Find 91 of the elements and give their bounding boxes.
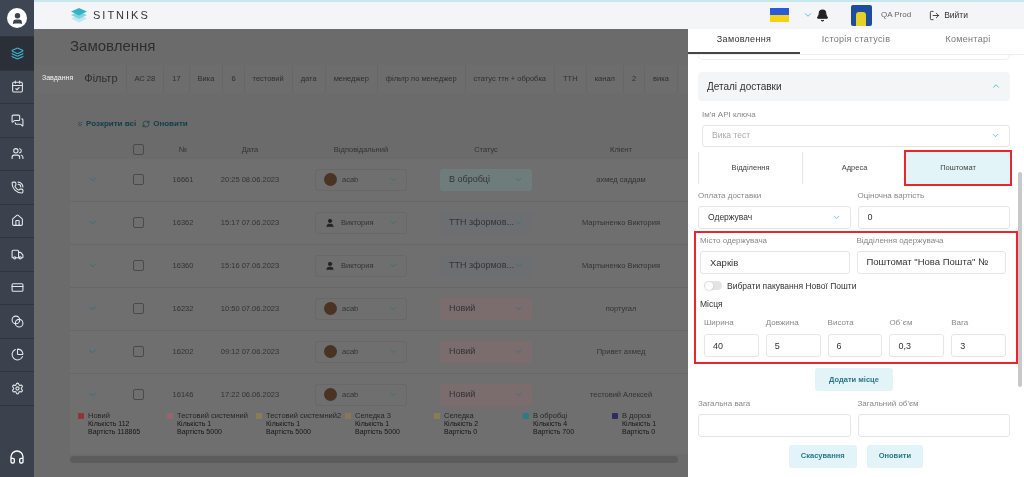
sidebar-item[interactable] [0, 37, 34, 71]
input-field[interactable]: 3 [951, 334, 1006, 357]
status-select[interactable]: В обробці [440, 168, 532, 191]
refresh-button[interactable]: Оновити [142, 117, 188, 130]
toggle-label: Вибрати пакування Нової Пошти [727, 279, 857, 293]
checkbox[interactable] [132, 346, 144, 357]
chevron-down-icon [514, 175, 523, 184]
panel-tab[interactable]: Коментарі [912, 28, 1024, 54]
double-chevron-icon [76, 119, 84, 128]
phone-icon [10, 180, 24, 194]
chevron-down-icon [514, 347, 523, 356]
checkbox[interactable] [132, 217, 144, 228]
calendar-icon [10, 80, 24, 94]
vertical-scrollbar[interactable] [1018, 171, 1022, 387]
avatar[interactable] [850, 4, 872, 26]
field-label: Оплата доставки [698, 189, 763, 202]
section-header[interactable]: Деталі доставки [698, 71, 1010, 101]
field-label: Оціночна вартість [857, 189, 926, 202]
chevron-down-icon [991, 131, 1000, 140]
chevron-down-icon [389, 175, 398, 184]
status-select[interactable]: Новий [440, 340, 532, 363]
support-icon[interactable] [9, 449, 25, 465]
card-icon [10, 281, 24, 295]
person-icon [325, 217, 335, 228]
avatar [324, 345, 337, 358]
input-field[interactable]: 6 [827, 334, 883, 357]
circles-icon [10, 314, 24, 328]
home-icon [10, 214, 24, 228]
truck-icon [10, 247, 24, 261]
chevron-up-icon [991, 81, 1001, 91]
field-label: Вага [951, 317, 970, 329]
input-field[interactable]: 5 [765, 334, 821, 357]
flag-icon[interactable] [769, 8, 789, 23]
field-label: Ім'я API ключа [702, 108, 757, 121]
avatar [324, 388, 337, 401]
chevron-down-icon [514, 304, 523, 313]
status-select[interactable]: Новий [440, 383, 532, 406]
field-label: Об`єм [889, 317, 914, 329]
field-label: Місто одержувача [700, 234, 769, 247]
user-avatar[interactable] [7, 8, 27, 28]
avatar [324, 173, 337, 186]
chevron-down-icon [389, 218, 398, 227]
chevron-down-icon [389, 304, 398, 313]
avatar [324, 302, 337, 315]
field-label: Загальний об'єм [857, 398, 920, 410]
chevron-down-icon [514, 390, 523, 399]
logout-link[interactable]: Вийти [944, 8, 968, 22]
expand-all-button[interactable]: Розкрити всі [76, 117, 137, 130]
refresh-icon [142, 119, 151, 128]
logo-icon [70, 6, 88, 24]
user-name: QA Prod [880, 9, 912, 21]
notifications-icon[interactable] [815, 8, 829, 22]
field-label: Висота [827, 317, 855, 329]
panel-tab[interactable]: Історія статусів [800, 28, 912, 54]
chevron-down-icon [389, 390, 398, 399]
checkbox[interactable] [132, 303, 144, 314]
chevron-down-icon [514, 218, 523, 227]
input-field[interactable]: 0 [857, 205, 1010, 229]
logout-icon[interactable] [929, 9, 941, 21]
page-title: Замовлення [70, 36, 156, 57]
checkbox[interactable] [132, 144, 144, 155]
input-field[interactable] [857, 414, 1010, 437]
field-label: Ширина [704, 317, 735, 329]
input-field[interactable]: 40 [704, 334, 759, 357]
field-label: Відділення одержувача [856, 234, 945, 247]
layers-icon [10, 46, 24, 60]
field-label: Загальна вага [698, 398, 752, 410]
logo-text: SITNIKS [93, 8, 150, 23]
panel-tab[interactable]: Замовлення [688, 28, 800, 54]
filter-tab[interactable]: Фільтр [76, 64, 127, 93]
input-field[interactable]: Поштомат "Нова Пошта" № [856, 250, 1006, 274]
settings-icon [10, 381, 24, 395]
select-field[interactable]: Одержувач [698, 205, 851, 229]
pie-chart-icon [10, 348, 24, 362]
users-icon [10, 147, 24, 161]
person-icon [325, 260, 335, 271]
chevron-down-icon [514, 261, 523, 270]
status-select[interactable]: Новий [440, 297, 532, 320]
field-label: Довжина [765, 317, 800, 329]
chevron-down-icon [389, 347, 398, 356]
input-field[interactable]: Харків [700, 250, 850, 274]
select-field[interactable]: Вика тест [702, 124, 1010, 147]
input-field[interactable]: 0,3 [889, 334, 945, 357]
checkbox[interactable] [132, 389, 144, 400]
checkbox[interactable] [132, 260, 144, 271]
places-title: Місця [700, 298, 724, 311]
chevron-down-icon [389, 261, 398, 270]
checkbox[interactable] [132, 174, 144, 185]
input-field[interactable] [698, 414, 851, 437]
toggle-switch[interactable] [704, 281, 722, 291]
chat-icon [10, 113, 24, 127]
